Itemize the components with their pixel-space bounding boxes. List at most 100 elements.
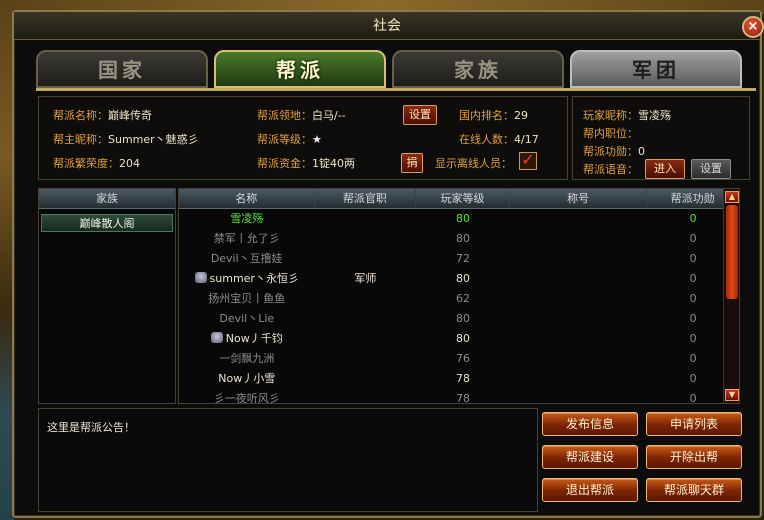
column-header-level[interactable]: 玩家等级 (416, 189, 510, 208)
tab-nation[interactable]: 国家 (36, 50, 208, 88)
table-row[interactable]: Now丿千钧 80 0 (179, 329, 739, 349)
member-name-cell: Now丿千钧 (179, 329, 315, 349)
family-list-item[interactable]: 巅峰散人阁 (41, 214, 173, 232)
column-header-name[interactable]: 名称 (179, 189, 315, 208)
member-office: 军师 (354, 272, 377, 285)
member-name: summer丶永恒彡 (209, 272, 299, 285)
close-button[interactable]: × (742, 16, 764, 38)
guild-name-label: 帮派名称： (53, 109, 108, 122)
member-table-header: 名称 帮派官职 玩家等级 称号 帮派功勋 (179, 189, 739, 209)
member-office (315, 309, 417, 329)
online-avatar-icon (210, 332, 223, 343)
table-row[interactable]: 一剑飘九洲 76 0 (179, 349, 739, 369)
guild-info-panel: 帮派名称：巅峰传奇 帮主昵称：Summer丶魅惑彡 帮派繁荣度：204 帮派领地… (38, 96, 568, 180)
guild-prosperity-label: 帮派繁荣度： (53, 157, 119, 170)
scroll-thumb[interactable] (726, 205, 738, 299)
guild-build-button[interactable]: 帮派建设 (542, 445, 638, 469)
member-level: 76 (455, 352, 470, 365)
scroll-down-icon[interactable]: ▼ (725, 389, 739, 401)
member-office (315, 229, 417, 249)
player-info-panel: 玩家昵称：雪凌殇 帮内职位： 帮派功勋：0 帮派语音： 进入 设置 (572, 96, 750, 180)
player-voice-label: 帮派语音： (583, 163, 638, 176)
member-level: 80 (455, 232, 470, 245)
member-name: 雪凌殇 (230, 212, 264, 225)
table-row[interactable]: 雪凌殇 80 0 (179, 209, 739, 229)
voice-settings-button[interactable]: 设置 (691, 159, 731, 179)
tab-family[interactable]: 家族 (392, 50, 564, 88)
member-office (315, 389, 417, 403)
player-merit-value: 0 (638, 145, 645, 158)
table-row[interactable]: 禁军丨允了彡 80 0 (179, 229, 739, 249)
donate-button[interactable]: 捐 (401, 153, 423, 173)
member-level: 72 (455, 252, 470, 265)
member-table-scrollbar[interactable]: ▲ ▼ (723, 189, 739, 403)
guild-online-label: 在线人数： (459, 133, 514, 146)
table-row[interactable]: 扬州宝贝丨鱼鱼 62 0 (179, 289, 739, 309)
table-row[interactable]: Devil丶Lie 80 0 (179, 309, 739, 329)
guild-territory-label: 帮派领地： (257, 109, 312, 122)
player-nick-label: 玩家昵称： (583, 109, 638, 122)
territory-settings-button[interactable]: 设置 (403, 105, 437, 125)
member-level: 78 (455, 392, 470, 404)
guild-leader-row: 帮主昵称：Summer丶魅惑彡 (53, 131, 199, 147)
application-list-button[interactable]: 申请列表 (646, 412, 742, 436)
guild-leader-label: 帮主昵称： (53, 133, 108, 146)
show-offline-checkbox[interactable]: ✓ (519, 152, 537, 170)
guild-level-star-icon: ★ (312, 133, 322, 146)
member-name: 彡一夜听风彡 (213, 392, 280, 404)
member-title (510, 289, 648, 309)
member-office (315, 289, 417, 309)
member-title (510, 389, 648, 403)
family-list: 家族 巅峰散人阁 (38, 188, 176, 404)
table-row[interactable]: Devil丶互撸娃 72 0 (179, 249, 739, 269)
guild-name-row: 帮派名称：巅峰传奇 (53, 107, 152, 123)
member-level: 80 (455, 312, 470, 325)
guild-rank-label: 国内排名： (459, 109, 514, 122)
table-row[interactable]: Now丿小雪 78 0 (179, 369, 739, 389)
player-nick-value: 雪凌殇 (638, 109, 671, 122)
guild-rank-value: 29 (514, 109, 528, 122)
scroll-up-icon[interactable]: ▲ (725, 191, 739, 203)
member-level: 62 (455, 292, 470, 305)
tab-guild[interactable]: 帮派 (214, 50, 386, 88)
guild-funds-row: 帮派资金：1锭40两 (257, 155, 355, 171)
member-name: Now丿千钧 (225, 332, 283, 345)
member-level: 80 (455, 212, 470, 225)
leave-guild-button[interactable]: 退出帮派 (542, 478, 638, 502)
member-name: 扬州宝贝丨鱼鱼 (208, 292, 286, 305)
guild-notice: 这里是帮派公告！ (38, 408, 538, 512)
tab-divider (36, 88, 756, 91)
publish-info-button[interactable]: 发布信息 (542, 412, 638, 436)
expel-member-button[interactable]: 开除出帮 (646, 445, 742, 469)
player-position-label: 帮内职位： (583, 127, 638, 140)
member-name: 禁军丨允了彡 (213, 232, 280, 245)
guild-prosperity-row: 帮派繁荣度：204 (53, 155, 140, 171)
column-header-title[interactable]: 称号 (510, 189, 648, 208)
guild-territory-value: 白马/-- (312, 109, 346, 122)
guild-rank-row: 国内排名：29 (459, 107, 528, 123)
table-row[interactable]: summer丶永恒彡 军师 80 0 (179, 269, 739, 289)
guild-notice-text: 这里是帮派公告！ (47, 421, 135, 434)
table-row[interactable]: 彡一夜听风彡 78 0 (179, 389, 739, 404)
member-level: 78 (455, 372, 470, 385)
member-table: 名称 帮派官职 玩家等级 称号 帮派功勋 雪凌殇 80 0 禁军丨允了彡 80 … (178, 188, 740, 404)
member-title (510, 269, 648, 289)
guild-level-label: 帮派等级： (257, 133, 312, 146)
player-merit-label: 帮派功勋： (583, 145, 638, 158)
tab-legion[interactable]: 军团 (570, 50, 742, 88)
guild-prosperity-value: 204 (119, 157, 140, 170)
guild-funds-label: 帮派资金： (257, 157, 312, 170)
member-title (510, 309, 648, 329)
guild-territory-row: 帮派领地：白马/-- (257, 107, 346, 123)
member-name: Devil丶Lie (219, 312, 275, 325)
column-header-office[interactable]: 帮派官职 (315, 189, 417, 208)
member-level: 80 (455, 332, 470, 345)
guild-chat-button[interactable]: 帮派聊天群 (646, 478, 742, 502)
member-level: 80 (455, 272, 470, 285)
member-office (315, 209, 417, 229)
member-title (510, 229, 648, 249)
voice-enter-button[interactable]: 进入 (645, 159, 685, 179)
family-list-header: 家族 (39, 189, 175, 209)
guild-online-row: 在线人数：4/17 (459, 131, 539, 147)
online-avatar-icon (194, 272, 207, 283)
